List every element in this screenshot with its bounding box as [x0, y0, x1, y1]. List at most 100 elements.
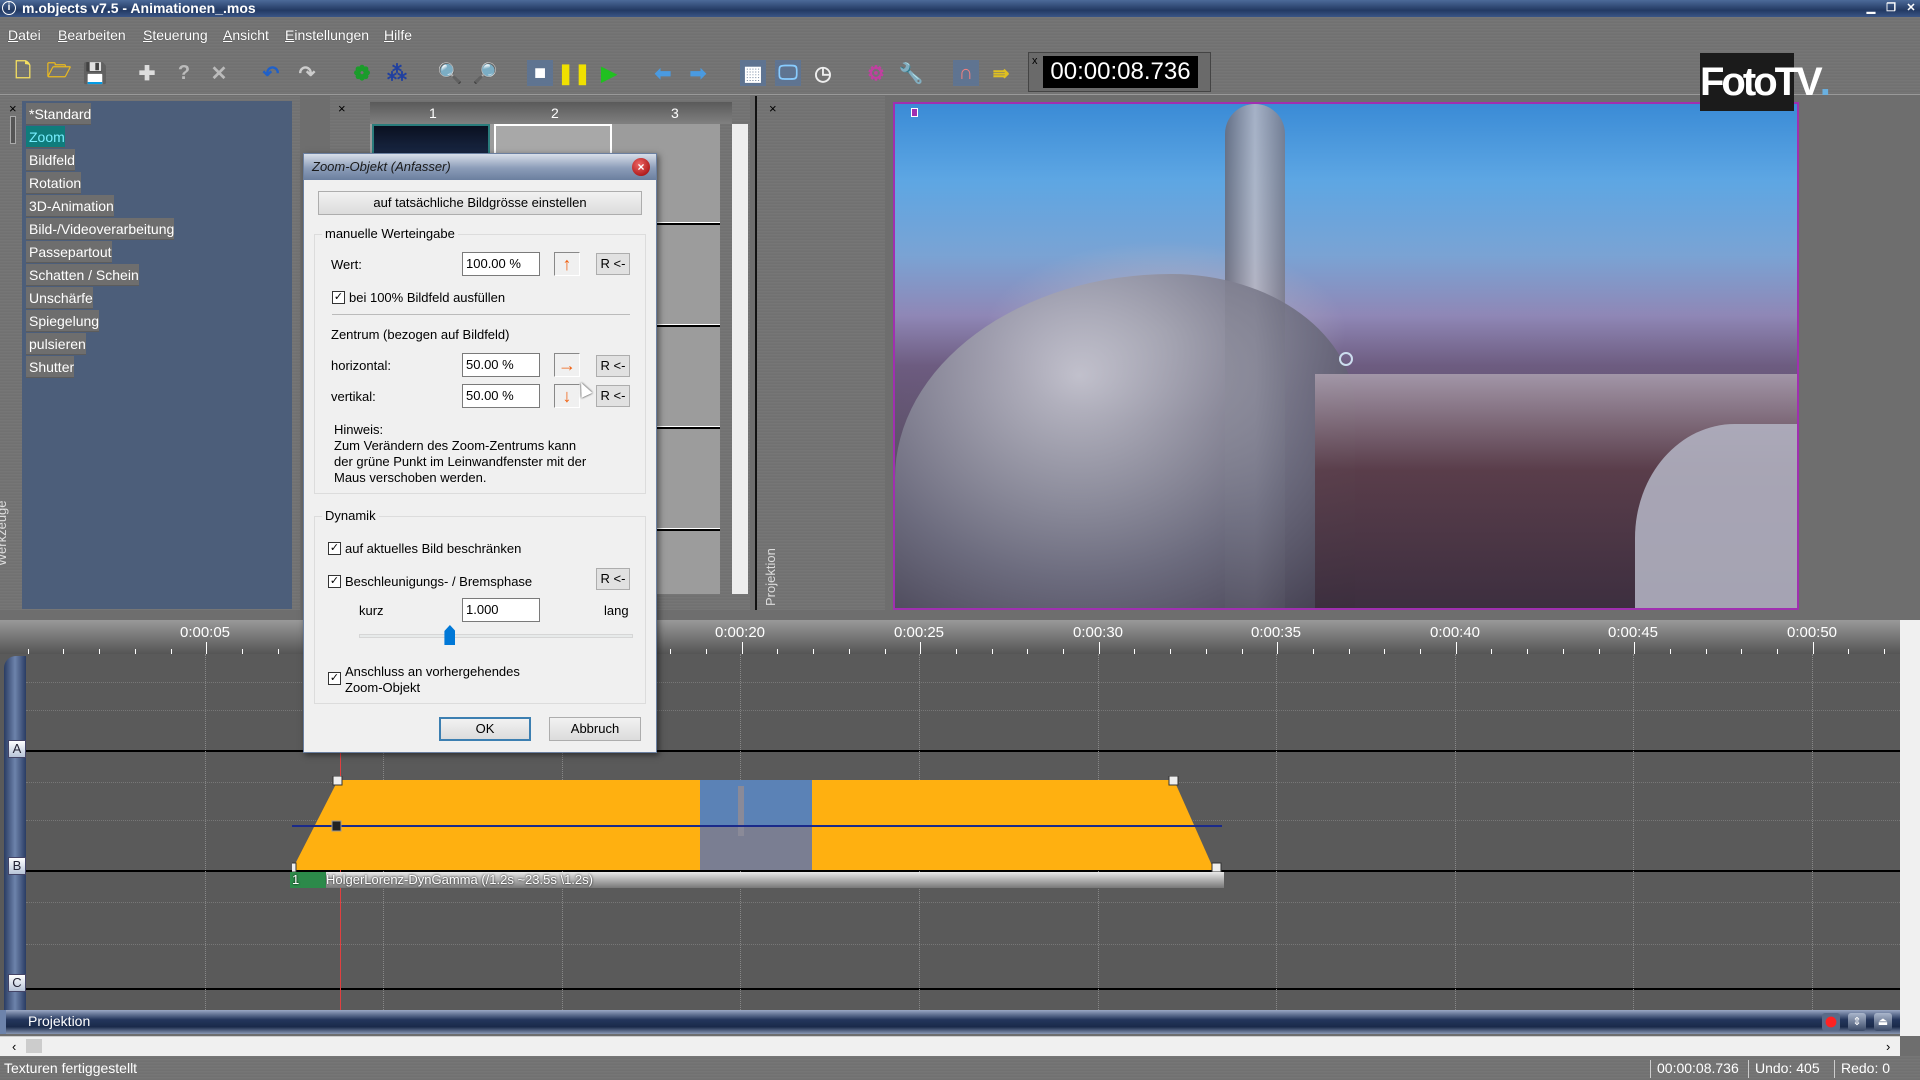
- play-icon[interactable]: ▶: [596, 60, 622, 86]
- menu-bar: Datei Bearbeiten Steuerung Ansicht Einst…: [0, 17, 1920, 50]
- back-arrow-icon[interactable]: ⬅: [650, 60, 676, 86]
- group-icon[interactable]: ❁: [349, 60, 375, 86]
- timeline-horizontal-scrollbar[interactable]: ‹ ›: [0, 1036, 1900, 1056]
- clock-icon[interactable]: ◷: [810, 60, 836, 86]
- menu-bearbeiten[interactable]: Bearbeiten: [58, 27, 126, 43]
- menu-einstellungen[interactable]: Einstellungen: [285, 27, 369, 43]
- maximize-icon[interactable]: ❐: [1884, 1, 1898, 15]
- info-icon[interactable]: i: [2, 1, 16, 15]
- projection-panel: × Projektion: [755, 96, 885, 610]
- storyboard-vertical-scrollbar[interactable]: [732, 124, 748, 594]
- tool-item-spiegelung[interactable]: MSpiegelung: [26, 310, 272, 332]
- tool-item-unschaerfe[interactable]: BUnschärfe: [26, 287, 272, 309]
- timeline-vertical-scrollbar[interactable]: [1900, 620, 1920, 1036]
- fill-checkbox[interactable]: ✓: [332, 291, 345, 304]
- dialog-close-button[interactable]: ×: [632, 158, 650, 176]
- accel-input[interactable]: 1.000: [462, 598, 540, 622]
- tool-item-bildfeld[interactable]: ⤢Bildfeld: [26, 149, 272, 171]
- horizontal-reset-button[interactable]: R <-: [596, 355, 630, 377]
- minimize-icon[interactable]: ▁: [1864, 1, 1878, 15]
- ungroup-icon[interactable]: ⁂: [384, 60, 410, 86]
- horizontal-input[interactable]: 50.00 %: [462, 353, 540, 377]
- fototv-logo: FotoTV.: [1700, 53, 1831, 111]
- tool-item-rotation[interactable]: RRotation: [26, 172, 272, 194]
- cancel-button[interactable]: Abbruch: [549, 717, 641, 741]
- tool-item-standard[interactable]: ✲*Standard: [26, 103, 272, 125]
- track-label-a[interactable]: A: [8, 740, 26, 758]
- scroll-right-icon[interactable]: ›: [1886, 1039, 1890, 1054]
- ok-button[interactable]: OK: [439, 717, 531, 741]
- help-icon[interactable]: ?: [171, 60, 197, 86]
- undo-icon[interactable]: ↶: [258, 60, 284, 86]
- accel-checkbox[interactable]: ✓: [328, 575, 341, 588]
- vertical-reset-button[interactable]: R <-: [596, 385, 630, 407]
- hint-text: Zum Verändern des Zoom-Zentrums kann der…: [334, 438, 587, 485]
- add-icon[interactable]: ✚: [134, 60, 160, 86]
- handle: [331, 820, 342, 832]
- tool-item-3d-animation[interactable]: 3D3D-Animation: [26, 195, 272, 217]
- clip-label-bar[interactable]: 1 HolgerLorenz-DynGamma (/1.2s ~23.5s \1…: [290, 872, 1224, 888]
- tool-item-shutter[interactable]: ◩Shutter: [26, 356, 272, 378]
- timecode-close-button[interactable]: x: [1032, 55, 1038, 67]
- accel-reset-button[interactable]: R <-: [596, 568, 630, 590]
- settings-gears-icon[interactable]: ⚙: [863, 60, 889, 86]
- actual-size-button[interactable]: auf tatsächliche Bildgrösse einstellen: [318, 191, 642, 215]
- zoom-out-icon[interactable]: 🔎: [472, 60, 498, 86]
- magnet-icon[interactable]: ∩: [953, 60, 979, 86]
- scroll-left-icon[interactable]: ‹: [12, 1039, 16, 1054]
- storyboard-close-button[interactable]: ×: [338, 101, 346, 116]
- tick-label: 0:00:20: [714, 624, 766, 641]
- close-icon[interactable]: ✕: [1904, 1, 1918, 15]
- tool-item-passepartout[interactable]: FPassepartout: [26, 241, 272, 263]
- wert-reset-button[interactable]: R <-: [596, 253, 630, 275]
- zoom-object-clip[interactable]: [292, 776, 1222, 872]
- status-time: 00:00:08.736: [1650, 1060, 1739, 1078]
- lighttable-icon[interactable]: ▦: [740, 60, 766, 86]
- scroll-thumb[interactable]: [26, 1039, 42, 1053]
- track-label-c[interactable]: C: [8, 974, 26, 992]
- eject-icon[interactable]: ⏏: [1874, 1013, 1892, 1031]
- tools-panel-grip[interactable]: [10, 116, 16, 144]
- export-icon[interactable]: ⇛: [988, 60, 1014, 86]
- menu-steuerung[interactable]: Steuerung: [143, 27, 208, 43]
- zoom-center-point[interactable]: [1339, 352, 1353, 366]
- vertical-input[interactable]: 50.00 %: [462, 384, 540, 408]
- manual-group-title: manuelle Werteingabe: [322, 226, 458, 241]
- tool-item-bildverarbeitung[interactable]: ▮▮▮Bild-/Videoverarbeitung: [26, 218, 272, 240]
- projection-close-button[interactable]: ×: [769, 101, 777, 116]
- redo-icon[interactable]: ↷: [294, 60, 320, 86]
- arrow-up-icon[interactable]: ↑: [554, 252, 580, 276]
- tool-item-pulsieren[interactable]: ⊓pulsieren: [26, 333, 272, 355]
- accel-slider-track[interactable]: [359, 634, 633, 638]
- canvas-icon[interactable]: 🖵: [775, 60, 801, 86]
- wert-input[interactable]: 100.00 %: [462, 252, 540, 276]
- new-file-icon[interactable]: 🗋: [10, 60, 36, 86]
- projection-canvas[interactable]: [893, 102, 1799, 610]
- timeline-ruler[interactable]: 0:00:05 0:00:10 0:00:15 0:00:20 0:00:25 …: [0, 620, 1900, 654]
- open-folder-icon[interactable]: 🗁: [46, 60, 72, 86]
- pause-icon[interactable]: ❚❚: [557, 60, 591, 86]
- delete-icon[interactable]: ✕: [206, 60, 232, 86]
- handle: [332, 776, 343, 786]
- menu-hilfe[interactable]: Hilfe: [384, 27, 412, 43]
- canvas-object-marker[interactable]: [911, 108, 918, 117]
- column-2: 2: [551, 105, 559, 121]
- tools-panel-close-button[interactable]: ×: [9, 101, 17, 116]
- tool-item-schatten[interactable]: SSchatten / Schein: [26, 264, 272, 286]
- connect-checkbox[interactable]: ✓: [328, 672, 341, 685]
- tools-icon[interactable]: 🔧: [898, 60, 924, 86]
- menu-datei[interactable]: Datei: [8, 27, 41, 43]
- stop-icon[interactable]: ■: [527, 60, 553, 86]
- track-label-b[interactable]: B: [8, 857, 26, 875]
- arrow-right-icon[interactable]: →: [554, 353, 580, 377]
- tick-label: 0:00:05: [179, 624, 231, 641]
- zoom-in-icon[interactable]: 🔍: [437, 60, 463, 86]
- menu-ansicht[interactable]: Ansicht: [223, 27, 269, 43]
- forward-arrow-icon[interactable]: ➡: [685, 60, 711, 86]
- tool-item-zoom[interactable]: ZZoom: [26, 126, 272, 148]
- ruler-tick: [1277, 642, 1279, 654]
- restrict-checkbox[interactable]: ✓: [328, 542, 341, 555]
- record-icon[interactable]: [1822, 1013, 1840, 1031]
- expand-collapse-icon[interactable]: ⇕: [1848, 1013, 1866, 1031]
- save-icon[interactable]: 💾: [82, 60, 108, 86]
